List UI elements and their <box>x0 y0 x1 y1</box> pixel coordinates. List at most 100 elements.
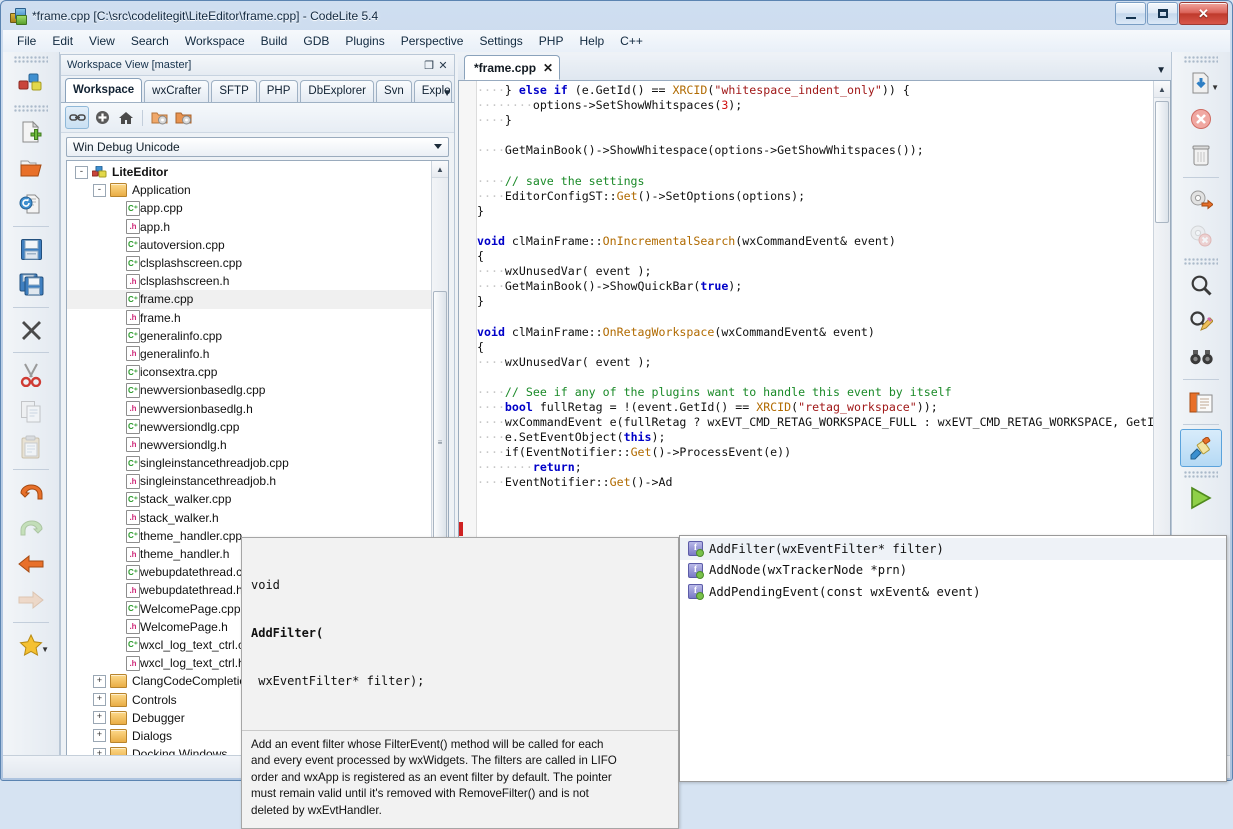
close-button[interactable]: ✕ <box>1179 2 1228 25</box>
tree-item-app-h[interactable]: .happ.h <box>67 218 432 236</box>
menu-gdb[interactable]: GDB <box>295 31 337 51</box>
menu-settings[interactable]: Settings <box>471 31 530 51</box>
menu-workspace[interactable]: Workspace <box>177 31 253 51</box>
cut-icon[interactable] <box>11 357 51 393</box>
right-toolbar-grip[interactable] <box>1184 56 1218 63</box>
menu-file[interactable]: File <box>9 31 44 51</box>
add-project-icon[interactable] <box>91 107 113 128</box>
tree-item-frame-cpp[interactable]: C⁺frame.cpp <box>67 290 432 308</box>
reload-file-icon[interactable] <box>11 186 51 222</box>
editor-scroll-thumb[interactable] <box>1155 101 1169 223</box>
insert-breakpoint-icon[interactable]: ▼ <box>1181 65 1221 101</box>
menu-edit[interactable]: Edit <box>44 31 81 51</box>
toolbar-grip[interactable] <box>14 56 48 63</box>
maximize-button[interactable] <box>1147 2 1178 25</box>
bookmark-icon[interactable]: ▼ <box>11 627 51 663</box>
tree-item-newversionbasedlg-cpp[interactable]: C⁺newversionbasedlg.cpp <box>67 381 432 399</box>
save-all-icon[interactable] <box>11 267 51 303</box>
tree-item-liteeditor[interactable]: -LiteEditor <box>67 163 432 181</box>
paste-icon[interactable] <box>11 429 51 465</box>
undo-icon[interactable] <box>11 474 51 510</box>
minimize-button[interactable] <box>1115 2 1146 25</box>
build-configuration-select[interactable]: Win Debug Unicode <box>66 137 449 157</box>
find-in-files-icon[interactable] <box>1181 339 1221 375</box>
build-icon[interactable] <box>1181 182 1221 218</box>
scroll-up-arrow-icon[interactable]: ▲ <box>1154 81 1170 98</box>
link-editor-icon[interactable] <box>65 106 89 129</box>
collapse-icon[interactable]: - <box>75 166 88 179</box>
find-resource-icon[interactable] <box>1181 384 1221 420</box>
tab-svn[interactable]: Svn <box>376 80 412 102</box>
find-icon[interactable] <box>1181 267 1221 303</box>
copy-icon[interactable] <box>11 393 51 429</box>
tree-item-singleinstancethreadjob-h[interactable]: .hsingleinstancethreadjob.h <box>67 472 432 490</box>
tab-php[interactable]: PHP <box>259 80 299 102</box>
forward-icon[interactable] <box>11 582 51 618</box>
open-file-icon[interactable] <box>11 150 51 186</box>
restore-icon[interactable]: ❐ <box>422 58 436 72</box>
collapse-icon[interactable]: - <box>93 184 106 197</box>
tree-item-app-cpp[interactable]: C⁺app.cpp <box>67 199 432 217</box>
autocomplete-item[interactable]: f AddPendingEvent(const wxEvent& event) <box>680 581 1226 603</box>
close-file-icon[interactable] <box>11 312 51 348</box>
menu-view[interactable]: View <box>81 31 123 51</box>
project-settings-icon[interactable] <box>148 107 170 128</box>
new-file-icon[interactable] <box>11 114 51 150</box>
close-icon[interactable]: ✕ <box>543 57 553 79</box>
expand-icon[interactable]: + <box>93 693 106 706</box>
close-icon[interactable]: ✕ <box>436 58 450 72</box>
expand-icon[interactable]: + <box>93 729 106 742</box>
toolbar-grip-2[interactable] <box>14 105 48 112</box>
editor-tab-frame-cpp[interactable]: *frame.cpp ✕ <box>464 55 560 80</box>
delete-breakpoint-icon[interactable] <box>1181 101 1221 137</box>
menu-help[interactable]: Help <box>571 31 612 51</box>
highlight-word-icon[interactable] <box>1180 429 1222 467</box>
right-toolbar-grip-3[interactable] <box>1184 471 1218 478</box>
tree-item-iconsextra-cpp[interactable]: C⁺iconsextra.cpp <box>67 363 432 381</box>
autocomplete-item[interactable]: f AddNode(wxTrackerNode *prn) <box>680 560 1226 582</box>
menu-build[interactable]: Build <box>253 31 296 51</box>
tree-item-newversionbasedlg-h[interactable]: .hnewversionbasedlg.h <box>67 399 432 417</box>
find-replace-icon[interactable] <box>1181 303 1221 339</box>
set-active-project-icon[interactable] <box>115 107 137 128</box>
show-workspace-icon[interactable] <box>11 65 51 101</box>
menu-cpp[interactable]: C++ <box>612 31 651 51</box>
tab-overflow-chevron-down-icon[interactable]: ▼ <box>442 88 452 99</box>
back-icon[interactable] <box>11 546 51 582</box>
scroll-up-arrow-icon[interactable]: ▲ <box>432 161 448 178</box>
tree-item-autoversion-cpp[interactable]: C⁺autoversion.cpp <box>67 236 432 254</box>
tree-item-application[interactable]: -Application <box>67 181 432 199</box>
tree-item-newversiondlg-cpp[interactable]: C⁺newversiondlg.cpp <box>67 418 432 436</box>
tab-dbexplorer[interactable]: DbExplorer <box>300 80 374 102</box>
save-icon[interactable] <box>11 231 51 267</box>
tab-wxcrafter[interactable]: wxCrafter <box>144 80 209 102</box>
tree-item-newversiondlg-h[interactable]: .hnewversiondlg.h <box>67 436 432 454</box>
stop-build-icon[interactable] <box>1181 218 1221 254</box>
run-icon[interactable] <box>1181 480 1221 516</box>
chevron-down-icon[interactable]: ▼ <box>1211 83 1219 92</box>
tree-item-clsplashscreen-cpp[interactable]: C⁺clsplashscreen.cpp <box>67 254 432 272</box>
expand-icon[interactable]: + <box>93 675 106 688</box>
menu-plugins[interactable]: Plugins <box>337 31 392 51</box>
tree-item-generalinfo-h[interactable]: .hgeneralinfo.h <box>67 345 432 363</box>
tab-workspace[interactable]: Workspace <box>65 78 142 102</box>
right-toolbar-grip-2[interactable] <box>1184 258 1218 265</box>
expand-icon[interactable]: + <box>93 711 106 724</box>
menu-php[interactable]: PHP <box>531 31 572 51</box>
chevron-down-icon[interactable]: ▼ <box>41 645 49 654</box>
autocomplete-item[interactable]: f AddFilter(wxEventFilter* filter) <box>680 538 1226 560</box>
tree-item-clsplashscreen-h[interactable]: .hclsplashscreen.h <box>67 272 432 290</box>
workspace-settings-icon[interactable] <box>172 107 194 128</box>
redo-icon[interactable] <box>11 510 51 546</box>
tree-item-generalinfo-cpp[interactable]: C⁺generalinfo.cpp <box>67 327 432 345</box>
editor-tab-overflow-chevron-down-icon[interactable]: ▼ <box>1156 65 1166 76</box>
tree-item-frame-h[interactable]: .hframe.h <box>67 309 432 327</box>
autocomplete-popup[interactable]: f AddFilter(wxEventFilter* filter) f Add… <box>679 535 1227 782</box>
menu-search[interactable]: Search <box>123 31 177 51</box>
menu-perspective[interactable]: Perspective <box>393 31 472 51</box>
tab-sftp[interactable]: SFTP <box>211 80 256 102</box>
tree-item-stack-walker-h[interactable]: .hstack_walker.h <box>67 509 432 527</box>
delete-all-breakpoints-icon[interactable] <box>1181 137 1221 173</box>
tree-item-stack-walker-cpp[interactable]: C⁺stack_walker.cpp <box>67 490 432 508</box>
tree-item-singleinstancethreadjob-cpp[interactable]: C⁺singleinstancethreadjob.cpp <box>67 454 432 472</box>
